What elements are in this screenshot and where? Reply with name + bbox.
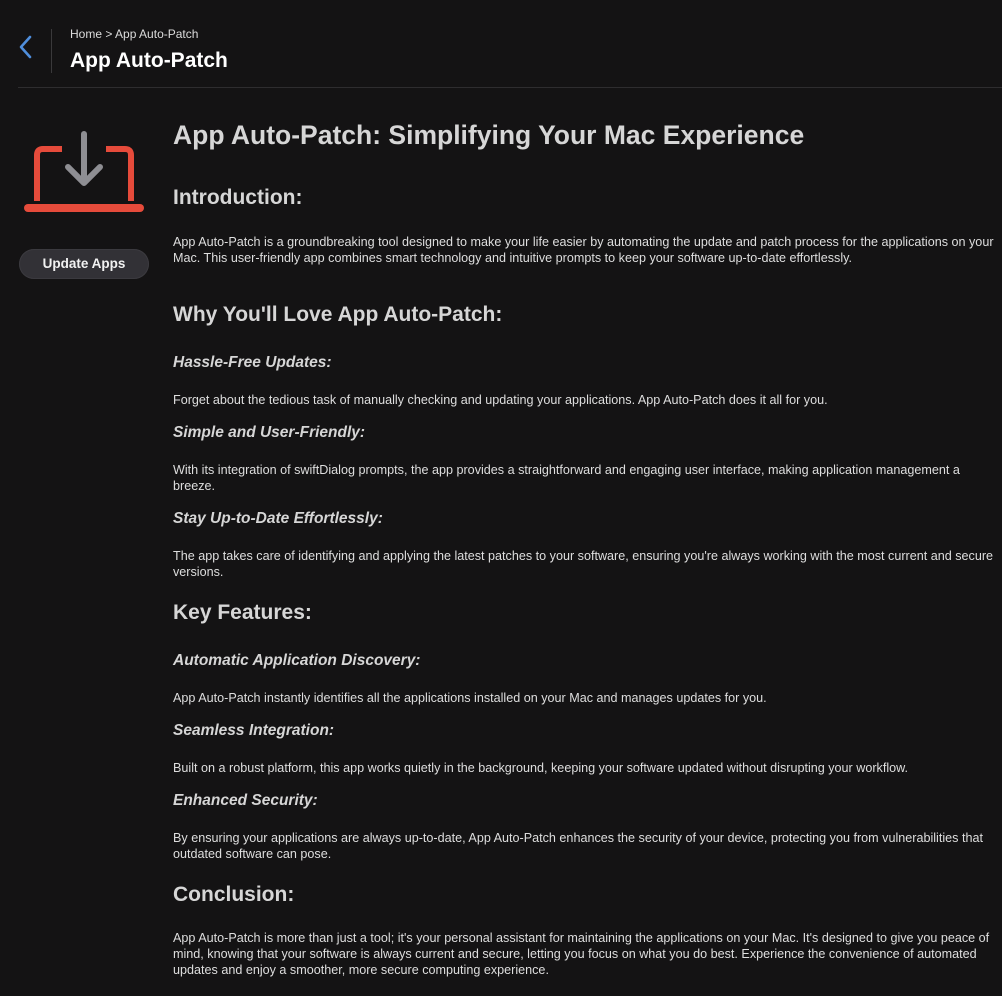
header: Home > App Auto-Patch App Auto-Patch [0,0,1002,88]
why-item-title: Stay Up-to-Date Effortlessly: [173,510,383,527]
breadcrumb-current: App Auto-Patch [115,27,199,41]
intro-text: App Auto-Patch is a groundbreaking tool … [173,235,994,265]
why-item-title: Hassle-Free Updates: [173,354,332,371]
update-apps-button[interactable]: Update Apps [19,249,149,279]
back-button[interactable] [14,30,42,64]
why-item-title: Simple and User-Friendly: [173,424,366,441]
chevron-left-icon [19,35,32,59]
feature-item-title: Enhanced Security: [173,792,318,809]
breadcrumb-home[interactable]: Home [70,27,102,41]
breadcrumb-separator: > [102,27,116,41]
conclusion-text: App Auto-Patch is more than just a tool;… [173,931,990,977]
features-heading: Key Features: [173,601,312,624]
conclusion-heading: Conclusion: [173,883,295,906]
page-title: App Auto-Patch [70,49,228,72]
why-item-text: Forget about the tedious task of manuall… [173,393,828,407]
feature-item-text: Built on a robust platform, this app wor… [173,761,909,775]
feature-item-text: By ensuring your applications are always… [173,831,983,861]
why-heading: Why You'll Love App Auto-Patch: [173,303,503,326]
why-item-text: With its integration of swiftDialog prom… [173,463,960,493]
breadcrumb: Home > App Auto-Patch [70,27,198,41]
feature-item-text: App Auto-Patch instantly identifies all … [173,691,767,705]
feature-item-title: Automatic Application Discovery: [173,652,421,669]
laptop-download-icon [22,130,146,216]
feature-item-title: Seamless Integration: [173,722,335,739]
app-page: Home > App Auto-Patch App Auto-Patch Upd… [0,0,1002,996]
intro-heading: Introduction: [173,186,303,209]
article-title: App Auto-Patch: Simplifying Your Mac Exp… [173,120,805,150]
header-divider-line [18,87,1002,88]
why-item-text: The app takes care of identifying and ap… [173,549,994,579]
header-divider [51,29,52,73]
